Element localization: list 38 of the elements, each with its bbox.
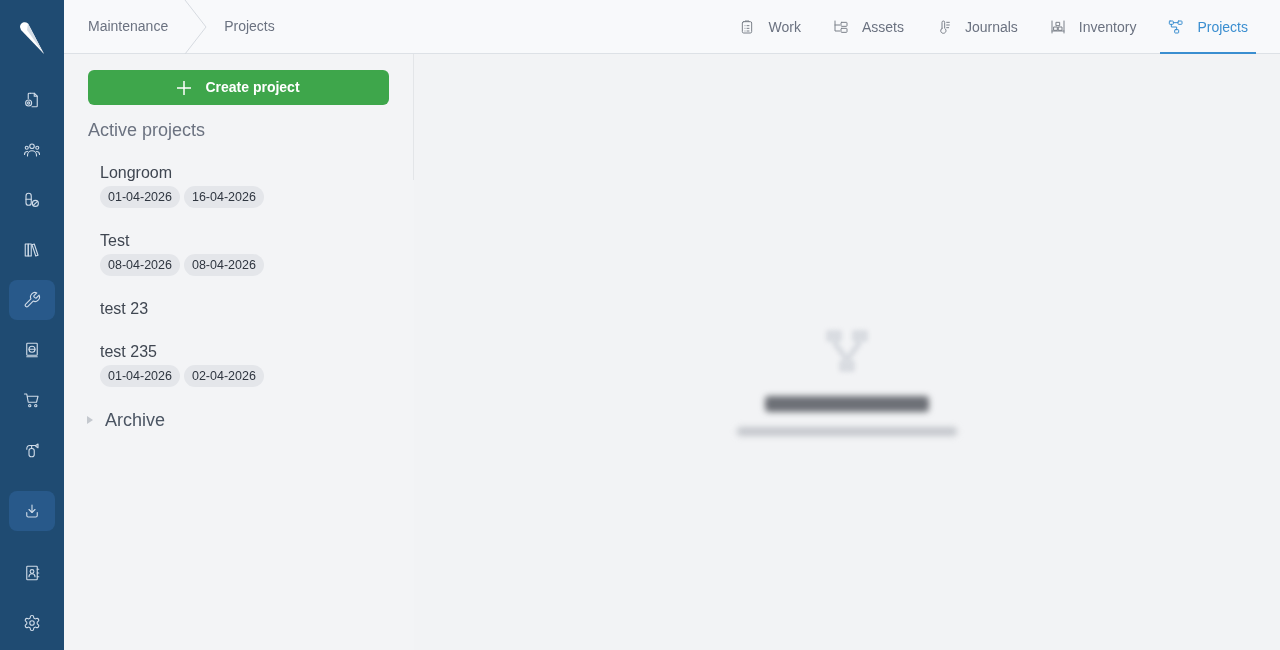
- plus-icon: [177, 80, 192, 95]
- logo-icon[interactable]: [19, 21, 45, 55]
- sidebar-nav-button[interactable]: [9, 280, 55, 320]
- pill-blocked-icon: [23, 191, 41, 209]
- date-tag: 02-04-2026: [183, 365, 264, 387]
- section-heading: Active projects: [88, 119, 206, 141]
- caret-right-icon: [86, 416, 94, 424]
- project-name[interactable]: test 23: [100, 299, 149, 319]
- cart-icon: [23, 391, 41, 409]
- project-name[interactable]: Test: [100, 231, 130, 251]
- archive-toggle[interactable]: Archive: [86, 409, 166, 431]
- project-name[interactable]: test 235: [100, 342, 157, 362]
- books-icon: [23, 241, 41, 259]
- hierarchy-icon: [832, 19, 849, 35]
- date-tag: 01-04-2026: [100, 365, 180, 387]
- contact-book-icon: [23, 564, 41, 582]
- create-project-button[interactable]: Create project: [88, 70, 389, 105]
- book-icon: [23, 341, 41, 359]
- nav-tab[interactable]: Inventory: [1041, 0, 1145, 54]
- download-icon: [23, 502, 41, 520]
- sidebar-nav-button[interactable]: [9, 491, 55, 531]
- connected-nodes-icon: [1168, 19, 1185, 35]
- breadcrumb-current: Projects: [224, 17, 275, 36]
- project-name[interactable]: Longroom: [100, 163, 173, 183]
- date-tag: 01-04-2026: [100, 186, 180, 208]
- shelves-icon: [1049, 19, 1066, 35]
- date-tag: 16-04-2026: [183, 186, 264, 208]
- date-tag: 08-04-2026: [183, 254, 264, 276]
- nav-tab[interactable]: Work: [731, 0, 809, 54]
- users-icon: [23, 141, 41, 159]
- breadcrumb-link[interactable]: Maintenance: [88, 16, 169, 37]
- nav-tab[interactable]: Assets: [824, 0, 912, 54]
- wrench-icon: [23, 291, 41, 309]
- settings-icon: [23, 614, 41, 632]
- fire-extinguisher-icon: [23, 441, 41, 459]
- nav-tab[interactable]: Journals: [927, 0, 1026, 54]
- document-gear-icon: [23, 91, 41, 109]
- date-tag: 08-04-2026: [100, 254, 180, 276]
